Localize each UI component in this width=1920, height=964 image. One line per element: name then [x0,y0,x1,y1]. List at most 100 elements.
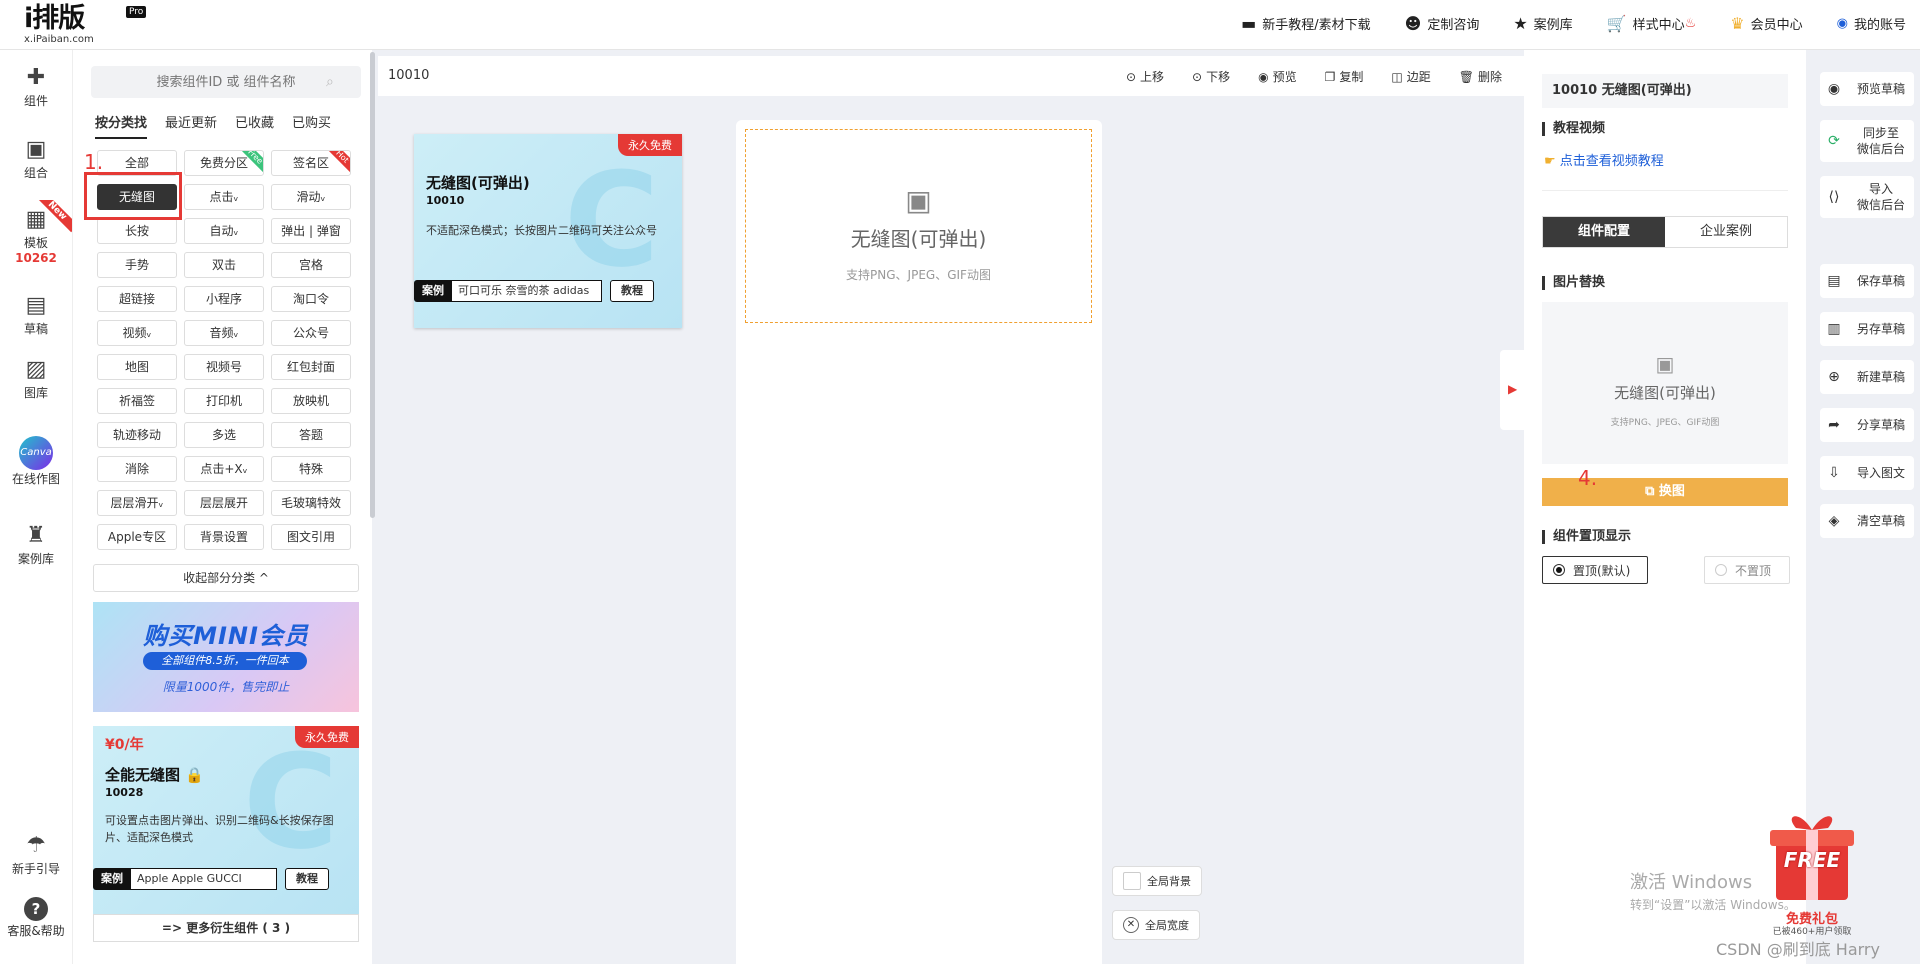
logo[interactable]: i排版 Pro x.iPaiban.com [24,4,147,45]
rail-templates[interactable]: New ▦ 模板 10262 [0,200,72,265]
category-button[interactable]: 答题 [271,422,351,448]
category-button[interactable]: 免费分区 Free [184,150,264,176]
panel-scrollbar[interactable] [370,52,375,518]
category-button[interactable]: 红包封面 [271,354,351,380]
delete-button[interactable]: 🗑 删除 [1459,68,1502,85]
category-button[interactable]: 放映机 [271,388,351,414]
pin-top-radio[interactable]: 置顶(默认) [1542,556,1648,584]
video-tutorial-link[interactable]: ☛ 点击查看视频教程 [1544,150,1664,169]
rail-guide[interactable]: ☂ 新手引导 [0,832,72,877]
category-label: 点击ᵥ [209,190,239,204]
collapse-categories-button[interactable]: 收起部分分类 ^ [93,564,359,592]
category-button[interactable]: 淘口令 [271,286,351,312]
category-button[interactable]: 宫格 [271,252,351,278]
category-button[interactable]: 背景设置 [184,524,264,550]
category-button[interactable]: 地图 [97,354,177,380]
share-draft-button[interactable]: ➦ 分享草稿 [1820,408,1914,442]
tab-enterprise-cases[interactable]: 企业案例 [1665,217,1787,247]
category-label: 放映机 [292,394,329,408]
category-label: 手势 [124,258,149,272]
nav-consult[interactable]: ☻ 定制咨询 [1405,14,1480,33]
category-button[interactable]: 层层滑开ᵥ [97,490,177,516]
move-up-button[interactable]: ⊙ 上移 [1126,68,1164,85]
category-button[interactable]: 点击ᵥ [184,184,264,210]
save-draft-button[interactable]: ▤ 保存草稿 [1820,264,1914,298]
category-button[interactable]: 特殊 [271,456,351,482]
category-button[interactable]: 图文引用 [271,524,351,550]
category-button[interactable]: 视频号 [184,354,264,380]
tutorial-button[interactable]: 教程 [610,280,654,302]
tab-recent[interactable]: 最近更新 [165,112,217,139]
clear-draft-button[interactable]: ◈ 清空草稿 [1820,504,1914,538]
nav-member[interactable]: ♛ 会员中心 [1730,14,1802,33]
component-card-10010[interactable]: C 永久免费 无缝图(可弹出) 10010 不适配深色模式；长按图片二维码可关注… [414,134,682,328]
seamless-image-placeholder[interactable]: ▣ 无缝图(可弹出) 支持PNG、JPEG、GIF动图 [745,129,1092,323]
category-button[interactable]: 毛玻璃特效 [271,490,351,516]
search-input[interactable] [91,66,361,98]
rail-combos[interactable]: ▣ 组合 [0,136,72,181]
category-button[interactable]: Apple专区 [97,524,177,550]
sync-wechat-button[interactable]: ⟳ 同步至 微信后台 [1820,120,1914,162]
category-button[interactable]: 弹出 | 弹窗 [271,218,351,244]
import-wechat-button[interactable]: ⟨⟩ 导入 微信后台 [1820,176,1914,218]
rail-canva[interactable]: Canva 在线作图 [0,436,72,487]
category-button[interactable]: 视频ᵥ [97,320,177,346]
nav-account[interactable]: ◉ 我的账号 [1837,14,1906,33]
more-derived-button[interactable]: => 更多衍生组件 ( 3 ) [93,914,359,942]
tutorial-button[interactable]: 教程 [285,868,329,890]
category-button[interactable]: 双击 [184,252,264,278]
category-button[interactable]: 层层展开 [184,490,264,516]
nav-cases[interactable]: ★ 案例库 [1513,14,1572,33]
category-button[interactable]: 自动ᵥ [184,218,264,244]
category-button[interactable]: 轨迹移动 [97,422,177,448]
global-width-button[interactable]: ✕ 全局宽度 [1112,910,1200,940]
rail-gallery[interactable]: ▨ 图库 [0,356,72,401]
category-button[interactable]: 公众号 [271,320,351,346]
rail-label: 模板 [23,236,48,250]
category-button[interactable]: 手势 [97,252,177,278]
tab-by-category[interactable]: 按分类找 [95,112,148,139]
rail-cases[interactable]: ♜ 案例库 [0,522,72,567]
category-button[interactable]: 多选 [184,422,264,448]
tab-purchased[interactable]: 已购买 [292,112,331,139]
placeholder-sub: 支持PNG、JPEG、GIF动图 [846,268,991,282]
tab-component-config[interactable]: 组件配置 [1543,217,1665,247]
component-card-10028[interactable]: C 永久免费 ¥0/年 全能无缝图 🔒 10028 可设置点击图片弹出、识别二维… [93,726,359,916]
free-gift-widget[interactable]: FREE 免费礼包 已被460+用户领取 [1760,808,1864,937]
collapse-props-handle[interactable]: ▶ [1500,350,1524,430]
category-button[interactable]: 点击+Xᵥ [184,456,264,482]
category-button[interactable]: 超链接 [97,286,177,312]
nav-style-center[interactable]: 🛒 样式中心 ♨ [1607,14,1697,33]
search-icon[interactable]: ⌕ [326,74,334,90]
no-pin-radio[interactable]: 不置顶 [1704,556,1790,584]
new-draft-button[interactable]: ⊕ 新建草稿 [1820,360,1914,394]
category-button[interactable]: 滑动ᵥ [271,184,351,210]
nav-tutorial[interactable]: ▬ 新手教程/素材下载 [1241,14,1371,33]
category-button[interactable]: 长按 [97,218,177,244]
save-as-draft-button[interactable]: ▥ 另存草稿 [1820,312,1914,346]
highlight-box [84,172,182,220]
category-button[interactable]: 打印机 [184,388,264,414]
rail-label: 草稿 [23,322,48,336]
copy-button[interactable]: ❐ 复制 [1325,68,1364,85]
preview-button[interactable]: ◉ 预览 [1258,68,1297,85]
preview-draft-button[interactable]: ◉ 预览草稿 [1820,72,1914,106]
case-value[interactable]: Apple Apple GUCCI [131,868,277,890]
move-down-button[interactable]: ⊙ 下移 [1192,68,1230,85]
category-button[interactable]: 祈福签 [97,388,177,414]
import-article-button[interactable]: ⇩ 导入图文 [1820,456,1914,490]
image-replace-box[interactable]: ▣ 无缝图(可弹出) 支持PNG、JPEG、GIF动图 [1542,302,1788,464]
global-background-button[interactable]: 全局背景 [1112,866,1202,896]
tab-favorites[interactable]: 已收藏 [235,112,274,139]
margin-button[interactable]: ◫ 边距 [1391,68,1430,85]
pin-section-title: 组件置顶显示 [1542,530,1631,544]
category-button[interactable]: 消除 [97,456,177,482]
category-button[interactable]: 签名区 Hot [271,150,351,176]
category-button[interactable]: 音频ᵥ [184,320,264,346]
rail-help[interactable]: ? 客服&帮助 [0,894,72,939]
case-value[interactable]: 可口可乐 奈雪的茶 adidas [452,280,602,302]
rail-components[interactable]: ✚ 组件 [0,64,72,109]
category-button[interactable]: 小程序 [184,286,264,312]
rail-drafts[interactable]: ▤ 草稿 [0,292,72,337]
mini-member-banner[interactable]: 购买MINI会员 全部组件8.5折，一件回本 限量1000件，售完即止 [93,602,359,712]
